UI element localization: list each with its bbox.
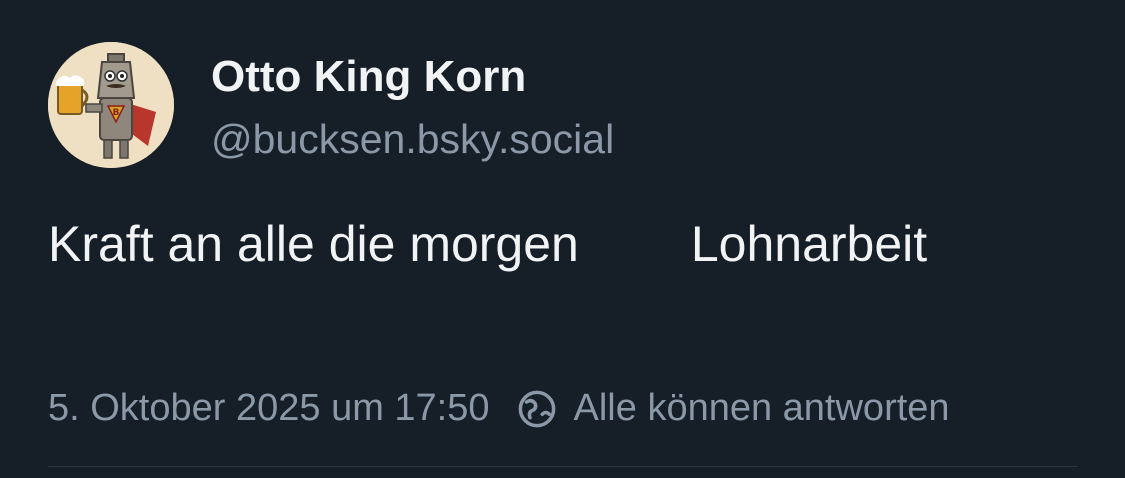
post-meta: 5. Oktober 2025 um 17:50 Alle können ant… xyxy=(48,387,950,430)
post-text-part-1: Kraft an alle die morgen xyxy=(48,216,579,272)
post-timestamp[interactable]: 5. Oktober 2025 um 17:50 xyxy=(48,387,490,430)
reply-setting[interactable]: Alle können antworten xyxy=(516,387,950,430)
author-display-name[interactable]: Otto King Korn xyxy=(211,52,526,102)
svg-text:B: B xyxy=(113,108,120,118)
beer-robot-avatar-icon: B xyxy=(48,42,174,168)
post-text-part-2: Lohnarbeit xyxy=(690,216,928,272)
post-text: Kraft an alle die morgen Lohnarbeit xyxy=(48,215,927,273)
globe-icon xyxy=(518,390,555,427)
divider xyxy=(48,466,1077,467)
reply-setting-label: Alle können antworten xyxy=(573,387,950,429)
avatar[interactable]: B xyxy=(48,42,174,168)
author-handle[interactable]: @bucksen.bsky.social xyxy=(211,116,614,163)
